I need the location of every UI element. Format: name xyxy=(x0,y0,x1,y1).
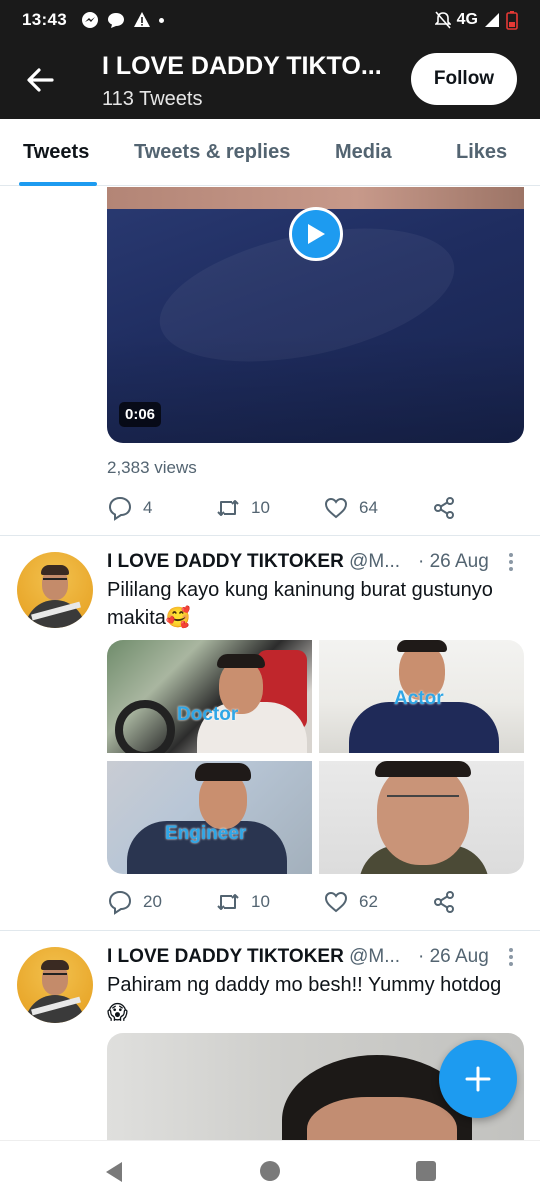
tweet-author[interactable]: I LOVE DADDY TIKTOKER @M... xyxy=(107,946,400,968)
video-frame-detail xyxy=(107,335,524,443)
share-button[interactable] xyxy=(431,889,457,915)
profile-tabs: Tweets Tweets & replies Media Likes xyxy=(0,119,540,186)
more-options-icon[interactable] xyxy=(508,948,514,968)
tweet-image[interactable]: Engineer xyxy=(107,761,312,874)
tweet-feed[interactable]: 0:06 2,383 views 4 10 64 I LOVE DADDY TI… xyxy=(0,187,540,1140)
avatar-figure xyxy=(41,960,69,970)
status-bar: 13:43 4G xyxy=(0,0,540,40)
tweet-image[interactable]: Doctor xyxy=(107,640,312,753)
user-handle: @M... xyxy=(349,551,401,572)
battery-icon xyxy=(506,11,518,30)
tweet-image[interactable] xyxy=(319,761,524,874)
tweet-actions: 20 10 62 xyxy=(107,889,467,919)
more-options-icon[interactable] xyxy=(508,553,514,573)
profile-header: I LOVE DADDY TIKTO... 113 Tweets Follow xyxy=(0,40,540,119)
follow-button[interactable]: Follow xyxy=(411,53,517,105)
reply-icon xyxy=(108,890,132,915)
user-handle: @M... xyxy=(349,946,401,967)
avatar-figure xyxy=(43,578,67,583)
display-name: I LOVE DADDY TIKTOKER xyxy=(107,946,344,967)
image-label: Engineer xyxy=(165,823,247,844)
photo-figure xyxy=(217,654,265,668)
tweet-actions: 4 10 64 xyxy=(107,495,467,525)
tweet-count: 113 Tweets xyxy=(102,88,203,110)
chat-bubble-icon xyxy=(107,13,124,28)
status-time: 13:43 xyxy=(22,10,67,29)
reply-count: 20 xyxy=(143,892,162,911)
tweet-date: · 26 Aug xyxy=(418,551,489,572)
retweet-count: 10 xyxy=(251,498,270,517)
avatar-figure xyxy=(41,565,69,575)
photo-figure xyxy=(377,763,469,865)
active-tab-indicator xyxy=(19,182,97,186)
tab-tweets[interactable]: Tweets xyxy=(23,119,89,186)
reply-button[interactable]: 4 xyxy=(107,495,152,521)
status-right: 4G xyxy=(434,10,518,30)
like-count: 64 xyxy=(359,498,378,517)
reply-icon xyxy=(108,496,132,521)
tweet-text: Pahiram ng daddy mo besh!! Yummy hotdog … xyxy=(107,974,502,1024)
avatar[interactable] xyxy=(17,947,93,1023)
retweet-icon xyxy=(217,500,239,516)
retweet-button[interactable]: 10 xyxy=(215,889,270,915)
tweet-item[interactable]: I LOVE DADDY TIKTOKER @M... · 26 Aug Pil… xyxy=(0,536,540,929)
arrow-left-icon[interactable] xyxy=(22,62,58,98)
heart-icon xyxy=(324,497,348,519)
tweet-image-grid: Doctor Actor Engineer xyxy=(107,640,524,874)
share-icon xyxy=(434,497,454,519)
photo-figure xyxy=(195,763,251,781)
play-button[interactable] xyxy=(289,207,343,261)
nav-back-icon[interactable] xyxy=(104,1161,124,1183)
avatar[interactable] xyxy=(17,552,93,628)
glasses-detail xyxy=(387,795,459,805)
steering-wheel xyxy=(115,700,175,753)
plus-icon xyxy=(465,1066,491,1092)
view-count: 2,383 views xyxy=(107,458,197,477)
tweet-video[interactable]: 0:06 xyxy=(107,187,524,443)
tweet-date: · 26 Aug xyxy=(418,946,489,967)
profile-title: I LOVE DADDY TIKTO... xyxy=(102,52,382,80)
image-label: Doctor xyxy=(177,704,239,725)
photo-figure xyxy=(375,761,471,777)
compose-tweet-button[interactable] xyxy=(439,1040,517,1118)
nav-recents-icon[interactable] xyxy=(416,1161,436,1181)
image-label: Actor xyxy=(394,688,444,709)
heart-icon xyxy=(324,891,348,913)
video-frame-detail xyxy=(107,187,524,209)
system-nav-bar xyxy=(0,1140,540,1200)
photo-figure xyxy=(397,640,447,652)
alert-icon xyxy=(133,12,150,27)
tab-likes[interactable]: Likes xyxy=(456,119,507,186)
avatar-figure xyxy=(43,973,67,978)
like-button[interactable]: 64 xyxy=(323,495,378,521)
reply-button[interactable]: 20 xyxy=(107,889,162,915)
notification-icons xyxy=(81,11,164,29)
dot-icon xyxy=(158,17,164,23)
tweet-text: Pililang kayo kung kaninung burat gustun… xyxy=(107,579,493,629)
like-button[interactable]: 62 xyxy=(323,889,378,915)
messenger-icon xyxy=(81,12,98,28)
signal-icon xyxy=(485,13,499,27)
reply-count: 4 xyxy=(143,498,153,517)
tab-media[interactable]: Media xyxy=(335,119,392,186)
play-icon xyxy=(308,224,325,244)
nav-home-icon[interactable] xyxy=(260,1161,280,1181)
network-label: 4G xyxy=(456,11,478,28)
video-duration: 0:06 xyxy=(119,402,162,427)
retweet-button[interactable]: 10 xyxy=(215,495,270,521)
mute-icon xyxy=(434,11,451,29)
retweet-count: 10 xyxy=(251,892,270,911)
retweet-icon xyxy=(217,894,239,910)
photo-figure xyxy=(307,1097,457,1140)
share-button[interactable] xyxy=(431,495,457,521)
tweet-image[interactable]: Actor xyxy=(319,640,524,753)
tab-tweets-replies[interactable]: Tweets & replies xyxy=(134,119,290,186)
tweet-author[interactable]: I LOVE DADDY TIKTOKER @M... xyxy=(107,551,400,573)
like-count: 62 xyxy=(359,892,378,911)
display-name: I LOVE DADDY TIKTOKER xyxy=(107,551,344,572)
share-icon xyxy=(434,891,454,913)
